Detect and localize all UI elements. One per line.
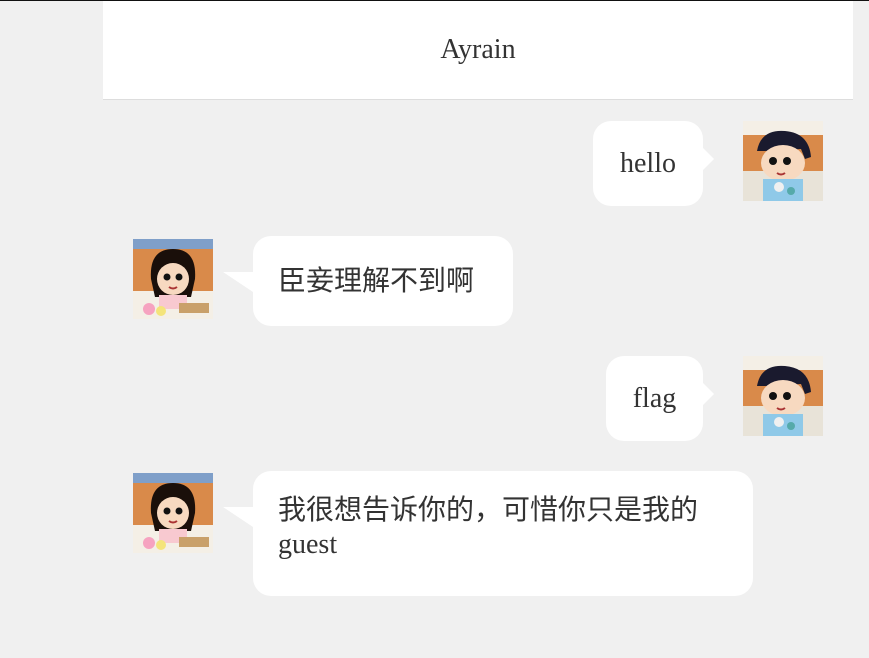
message-bubble: 臣妾理解不到啊 [223, 236, 513, 326]
girl-avatar-icon[interactable] [133, 239, 213, 319]
bubble-tail [702, 147, 714, 171]
bubble-tail [702, 382, 714, 406]
message-text: hello [620, 147, 676, 179]
girl-avatar-icon[interactable] [133, 473, 213, 553]
message-text-line: 我很想告诉你的，可惜你只是我的 [278, 493, 699, 526]
message-bubble: hello [593, 121, 714, 206]
message-text: flag [632, 382, 677, 414]
boy-avatar-icon[interactable] [743, 121, 823, 201]
boy-avatar-icon[interactable] [743, 356, 823, 436]
chat-header: Ayrain [103, 1, 853, 100]
message-text: 我很想告诉你的，可惜你只是我的 guest [278, 491, 743, 561]
bubble-tail [223, 272, 253, 292]
bubble-tail [223, 507, 253, 527]
chat-title: Ayrain [440, 34, 516, 65]
message-text-line: guest [278, 529, 338, 560]
message-bubble: 我很想告诉你的，可惜你只是我的 guest [223, 471, 753, 596]
message-text: 臣妾理解不到啊 [278, 264, 475, 297]
message-bubble: flag [606, 356, 714, 441]
